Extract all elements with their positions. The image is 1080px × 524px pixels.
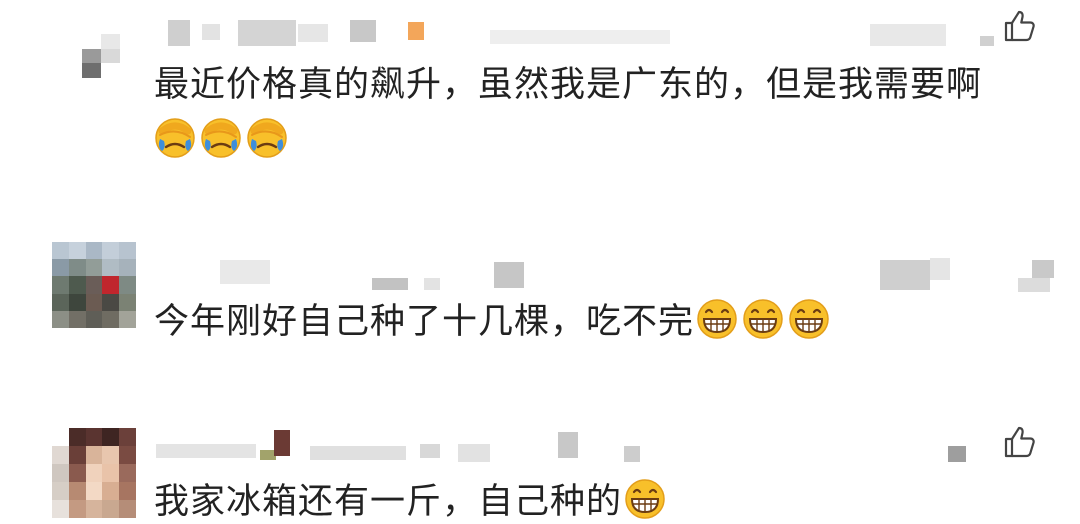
comment-meta-row (150, 428, 1080, 462)
emoji-row (696, 298, 830, 340)
grin-emoji-icon (625, 479, 665, 519)
username-blur[interactable] (220, 260, 270, 284)
avatar[interactable] (82, 34, 120, 78)
facepalm-cry-emoji-icon (155, 118, 195, 158)
facepalm-cry-emoji-icon (201, 118, 241, 158)
username-blur[interactable] (156, 444, 256, 458)
emoji-row (624, 478, 666, 520)
comment-meta-row (150, 254, 1080, 292)
comment-item: 最近价格真的飙升，虽然我是广东的，但是我需要啊 (0, 0, 1080, 180)
comment-meta-row (150, 16, 1080, 46)
comment-item: 今年刚好自己种了十几棵，吃不完 (0, 230, 1080, 370)
comment-text: 今年刚好自己种了十几棵，吃不完 (154, 298, 830, 344)
grin-emoji-icon (697, 299, 737, 339)
comment-text: 最近价格真的飙升，虽然我是广东的，但是我需要啊 (154, 65, 983, 105)
comment-item: 我家冰箱还有一斤，自己种的 (0, 410, 1080, 524)
avatar[interactable] (52, 428, 136, 518)
thumbs-up-icon[interactable] (1002, 424, 1038, 460)
comment-text-content: 我家冰箱还有一斤，自己种的 (154, 482, 623, 522)
avatar[interactable] (52, 242, 136, 328)
emoji-row (154, 117, 288, 159)
grin-emoji-icon (789, 299, 829, 339)
comment-text: 我家冰箱还有一斤，自己种的 (154, 478, 666, 524)
comment-text-content: 今年刚好自己种了十几棵，吃不完 (154, 302, 695, 342)
facepalm-cry-emoji-icon (247, 118, 287, 158)
grin-emoji-icon (743, 299, 783, 339)
username-blur[interactable] (168, 20, 190, 46)
thumbs-up-icon[interactable] (1002, 8, 1038, 44)
